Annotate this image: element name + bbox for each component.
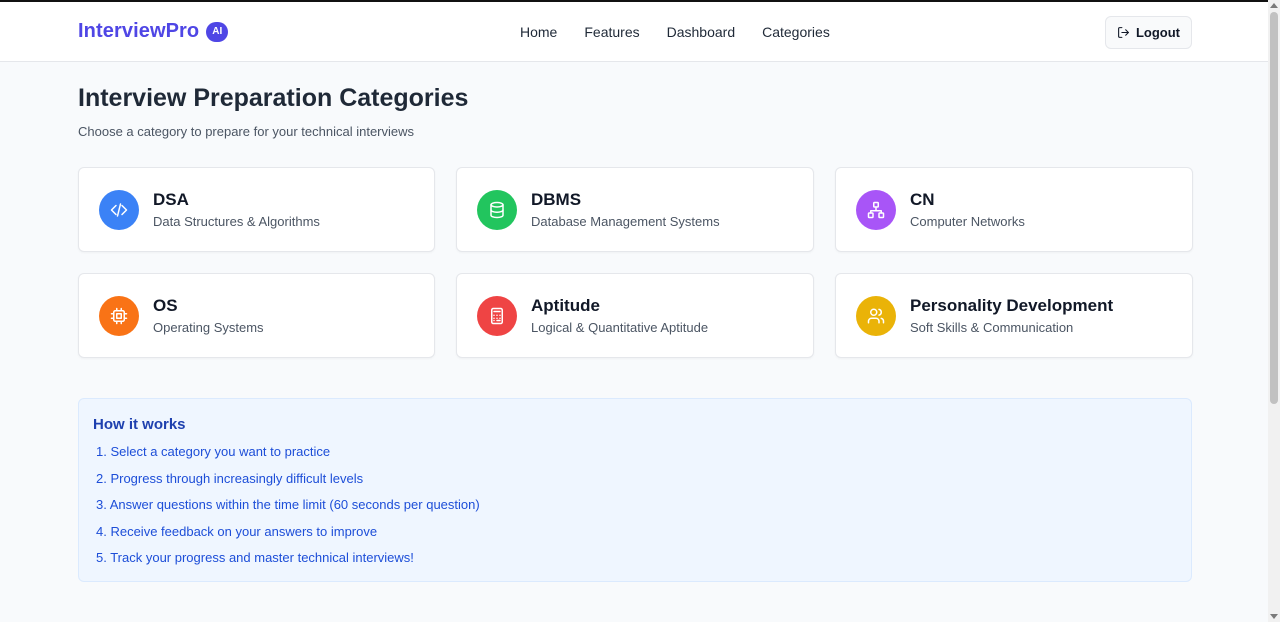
code-icon	[99, 189, 139, 230]
category-card-personality[interactable]: Personality Development Soft Skills & Co…	[835, 273, 1193, 358]
category-card-os[interactable]: OS Operating Systems	[78, 273, 435, 358]
category-desc: Data Structures & Algorithms	[153, 214, 320, 229]
navbar: InterviewPro AI Home Features Dashboard …	[0, 2, 1268, 62]
nav-home[interactable]: Home	[520, 24, 557, 40]
cpu-icon	[99, 295, 139, 336]
category-title: Aptitude	[531, 296, 600, 315]
ai-badge: AI	[206, 21, 229, 42]
calculator-icon	[477, 295, 517, 336]
main-content: Interview Preparation Categories Choose …	[78, 84, 1193, 582]
scroll-up-arrow-icon[interactable]	[1270, 3, 1278, 8]
category-card-aptitude[interactable]: Aptitude Logical & Quantitative Aptitude	[456, 273, 814, 358]
nav-categories[interactable]: Categories	[762, 24, 830, 40]
category-desc: Operating Systems	[153, 320, 264, 335]
category-card-cn[interactable]: CN Computer Networks	[835, 167, 1193, 252]
logout-icon	[1118, 27, 1129, 38]
category-desc: Logical & Quantitative Aptitude	[531, 320, 709, 335]
category-title: DSA	[153, 190, 189, 209]
step-item: 2. Progress through increasingly difficu…	[96, 470, 364, 486]
logout-label: Logout	[1135, 25, 1181, 40]
category-title: DBMS	[531, 190, 582, 209]
scroll-down-arrow-icon[interactable]	[1270, 614, 1278, 619]
logout-button[interactable]: Logout	[1105, 16, 1192, 49]
step-item: 1. Select a category you want to practic…	[96, 444, 331, 459]
category-title: Personality Development	[910, 296, 1114, 315]
category-desc: Computer Networks	[910, 214, 1025, 229]
step-item: 5. Track your progress and master techni…	[96, 550, 414, 566]
how-it-works-panel: How it works 1. Select a category you wa…	[78, 398, 1192, 582]
category-title: CN	[910, 190, 935, 209]
users-icon	[856, 295, 896, 336]
vertical-scrollbar[interactable]	[1268, 0, 1280, 622]
category-title: OS	[153, 296, 178, 315]
page: InterviewPro AI Home Features Dashboard …	[0, 0, 1268, 622]
category-card-dbms[interactable]: DBMS Database Management Systems	[456, 167, 814, 252]
brand-name[interactable]: InterviewPro	[78, 20, 199, 43]
how-it-works-list: 1. Select a category you want to practic…	[93, 444, 1177, 577]
network-icon	[856, 189, 896, 230]
category-grid: DSA Data Structures & Algorithms DBMS Da…	[78, 167, 1193, 358]
category-card-dsa[interactable]: DSA Data Structures & Algorithms	[78, 167, 435, 252]
how-it-works-title: How it works	[93, 416, 186, 433]
nav-links: Home Features Dashboard Categories	[520, 24, 830, 40]
brand[interactable]: InterviewPro AI	[78, 20, 229, 43]
nav-dashboard[interactable]: Dashboard	[667, 24, 736, 40]
scroll-thumb[interactable]	[1270, 12, 1278, 404]
page-title: Interview Preparation Categories	[78, 84, 469, 112]
nav-features[interactable]: Features	[584, 24, 639, 40]
page-subtitle: Choose a category to prepare for your te…	[78, 124, 415, 139]
category-desc: Soft Skills & Communication	[910, 320, 1074, 335]
category-desc: Database Management Systems	[531, 214, 720, 229]
database-icon	[477, 189, 517, 230]
step-item: 3. Answer questions within the time limi…	[96, 497, 480, 513]
step-item: 4. Receive feedback on your answers to i…	[96, 523, 378, 539]
